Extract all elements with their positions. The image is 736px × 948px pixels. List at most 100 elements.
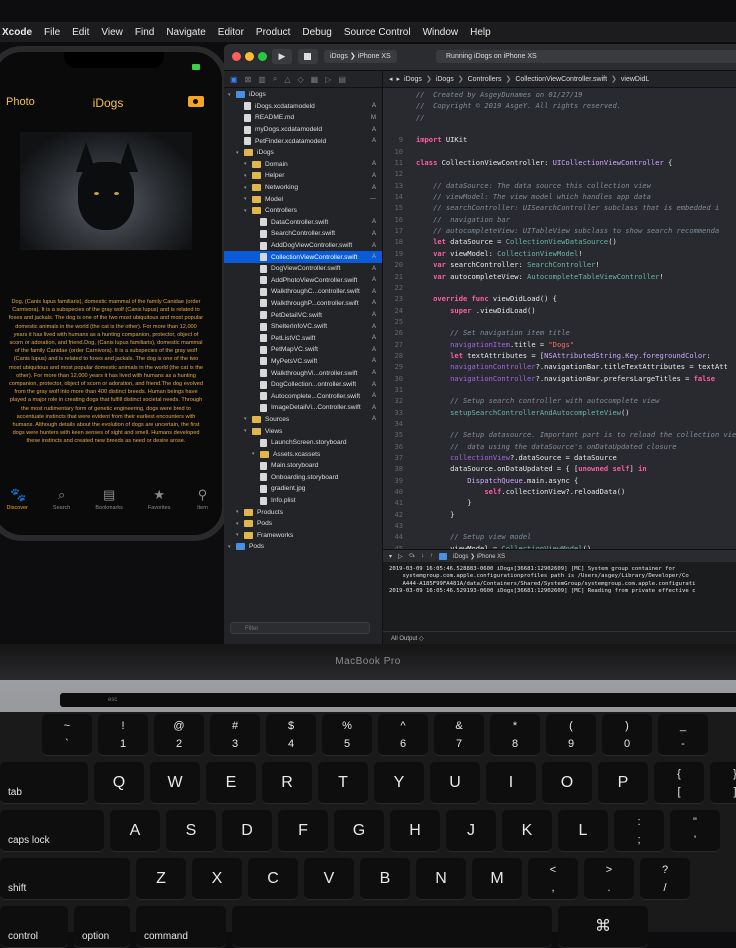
navigator-item[interactable]: Onboarding.storyboard	[224, 472, 382, 484]
key-0[interactable]: ) 0	[602, 714, 652, 756]
navigator-item[interactable]: README.md M	[224, 112, 382, 124]
key-tab[interactable]: tab	[0, 762, 88, 804]
disclosure-icon[interactable]: ▾	[244, 173, 252, 179]
esc-key[interactable]: esc	[108, 697, 117, 703]
navigator-item[interactable]: AddDogViewController.swift A	[224, 240, 382, 252]
key-n[interactable]: N	[416, 858, 466, 900]
forward-icon[interactable]: ▸	[397, 75, 401, 83]
navigator-item[interactable]: PetDetailVC.swift A	[224, 309, 382, 321]
navigator-item[interactable]: iDogs.xcdatamodeld A	[224, 101, 382, 113]
menu-item-xcode[interactable]: Xcode	[2, 27, 32, 38]
navigator-item[interactable]: ▾ Domain A	[224, 159, 382, 171]
navigator-item[interactable]: WalkthroughVi...ontroller.swift A	[224, 367, 382, 379]
menu-item-product[interactable]: Product	[256, 27, 290, 38]
key-t[interactable]: T	[318, 762, 368, 804]
key-9[interactable]: (9	[546, 714, 596, 756]
key-r[interactable]: R	[262, 762, 312, 804]
navigator-item[interactable]: WalkthroughC...controller.swift A	[224, 286, 382, 298]
key-q[interactable]: Q	[94, 762, 144, 804]
key-i[interactable]: I	[486, 762, 536, 804]
navigator-item[interactable]: MyPetsVC.swift A	[224, 356, 382, 368]
navigator-item[interactable]: LaunchScreen.storyboard	[224, 437, 382, 449]
key-u[interactable]: U	[430, 762, 480, 804]
key-6[interactable]: ^ 6	[378, 714, 428, 756]
breadcrumb-item[interactable]: viewDidL	[621, 76, 649, 83]
key-5[interactable]: % 5	[322, 714, 372, 756]
debug-icon[interactable]: ▦	[311, 75, 319, 84]
code-view[interactable]: // Created by AsgeyDunames on 01/27/19 //…	[383, 89, 736, 609]
navigator-item[interactable]: ▾ Pods	[224, 518, 382, 530]
key-w[interactable]: W	[150, 762, 200, 804]
key-v[interactable]: V	[304, 858, 354, 900]
key-e[interactable]: E	[206, 762, 256, 804]
key-k[interactable]: K	[502, 810, 552, 852]
stop-button[interactable]	[298, 49, 318, 64]
navigator-item[interactable]: ▾ Controllers	[224, 205, 382, 217]
disclosure-icon[interactable]: ▾	[244, 161, 252, 167]
navigator-item[interactable]: SearchController.swift A	[224, 228, 382, 240]
breakpoint-icon[interactable]: ▷	[325, 75, 331, 84]
key-a[interactable]: A	[110, 810, 160, 852]
breadcrumb-item[interactable]: CollectionViewController.swift	[515, 76, 607, 83]
back-icon[interactable]: ◂	[389, 75, 393, 83]
key-h[interactable]: H	[390, 810, 440, 852]
key-p[interactable]: P	[598, 762, 648, 804]
disclosure-icon[interactable]: ▾	[228, 544, 236, 550]
navigator-item[interactable]: WalkthroughP...controller.swift A	[224, 298, 382, 310]
navigator-item[interactable]: CollectionViewController.swift A	[224, 251, 382, 263]
disclosure-icon[interactable]: ▾	[236, 532, 244, 538]
key-z[interactable]: Z	[136, 858, 186, 900]
key-punct4-0[interactable]: <,	[528, 858, 578, 900]
navigator-item[interactable]: AddPhotoViewController.swift A	[224, 275, 382, 287]
navigator-item[interactable]: ▾ Sources A	[224, 414, 382, 426]
key-m[interactable]: M	[472, 858, 522, 900]
key-punct-1[interactable]: " '	[670, 810, 720, 852]
menu-item-find[interactable]: Find	[135, 27, 154, 38]
navigator-item[interactable]: Main.storyboard	[224, 460, 382, 472]
camera-icon[interactable]	[188, 96, 204, 107]
disclosure-icon[interactable]: ▾	[228, 92, 236, 98]
key-8[interactable]: * 8	[490, 714, 540, 756]
navigator-item[interactable]: ▾ Pods	[224, 541, 382, 553]
navigator-item[interactable]: ▾ Networking A	[224, 182, 382, 194]
navigator-item[interactable]: PetListVC.swift A	[224, 332, 382, 344]
disclosure-icon[interactable]: ▾	[236, 521, 244, 527]
step-in-icon[interactable]: ↓	[421, 553, 424, 559]
key-4[interactable]: $4	[266, 714, 316, 756]
menu-item-edit[interactable]: Edit	[72, 27, 89, 38]
navigator-item[interactable]: ▾ Frameworks	[224, 530, 382, 542]
key-punct4-2[interactable]: ? /	[640, 858, 690, 900]
key-2[interactable]: @2	[154, 714, 204, 756]
menu-item-help[interactable]: Help	[470, 27, 491, 38]
key-d[interactable]: D	[222, 810, 272, 852]
navigator-item[interactable]: ▾ Products	[224, 506, 382, 518]
navigator-item[interactable]: Info.plist	[224, 495, 382, 507]
key-bracket-0[interactable]: {[	[654, 762, 704, 804]
key-punct-0[interactable]: :;	[614, 810, 664, 852]
tab-bookmarks[interactable]: ▤ Bookmarks	[95, 488, 123, 512]
report-icon[interactable]: ▤	[338, 75, 346, 84]
close-window-icon[interactable]	[232, 52, 241, 61]
navigator-item[interactable]: ▾ iDogs	[224, 147, 382, 159]
navigator-item[interactable]: DataController.swift A	[224, 217, 382, 229]
key-o[interactable]: O	[542, 762, 592, 804]
key-g[interactable]: G	[334, 810, 384, 852]
tab-search[interactable]: ⌕ Search	[53, 488, 70, 512]
menu-item-debug[interactable]: Debug	[302, 27, 331, 38]
continue-icon[interactable]: ▷	[398, 553, 403, 560]
symbol-icon[interactable]: ▥	[258, 75, 266, 84]
key-j[interactable]: J	[446, 810, 496, 852]
key-bracket-1[interactable]: }]	[710, 762, 736, 804]
navigator-item[interactable]: PetMapVC.swift A	[224, 344, 382, 356]
navigator-filter-input[interactable]: Filter	[230, 622, 370, 634]
key--[interactable]: _ -	[658, 714, 708, 756]
key-s[interactable]: S	[166, 810, 216, 852]
key-control[interactable]: control	[0, 906, 68, 948]
navigator-item[interactable]: ImageDetailVi...Controller.swift A	[224, 402, 382, 414]
key-command-right[interactable]: ⌘	[558, 906, 648, 948]
zoom-window-icon[interactable]	[258, 52, 267, 61]
menu-item-view[interactable]: View	[101, 27, 123, 38]
menu-item-window[interactable]: Window	[423, 27, 459, 38]
disclosure-icon[interactable]: ▾	[244, 416, 252, 422]
menu-item-navigate[interactable]: Navigate	[166, 27, 205, 38]
